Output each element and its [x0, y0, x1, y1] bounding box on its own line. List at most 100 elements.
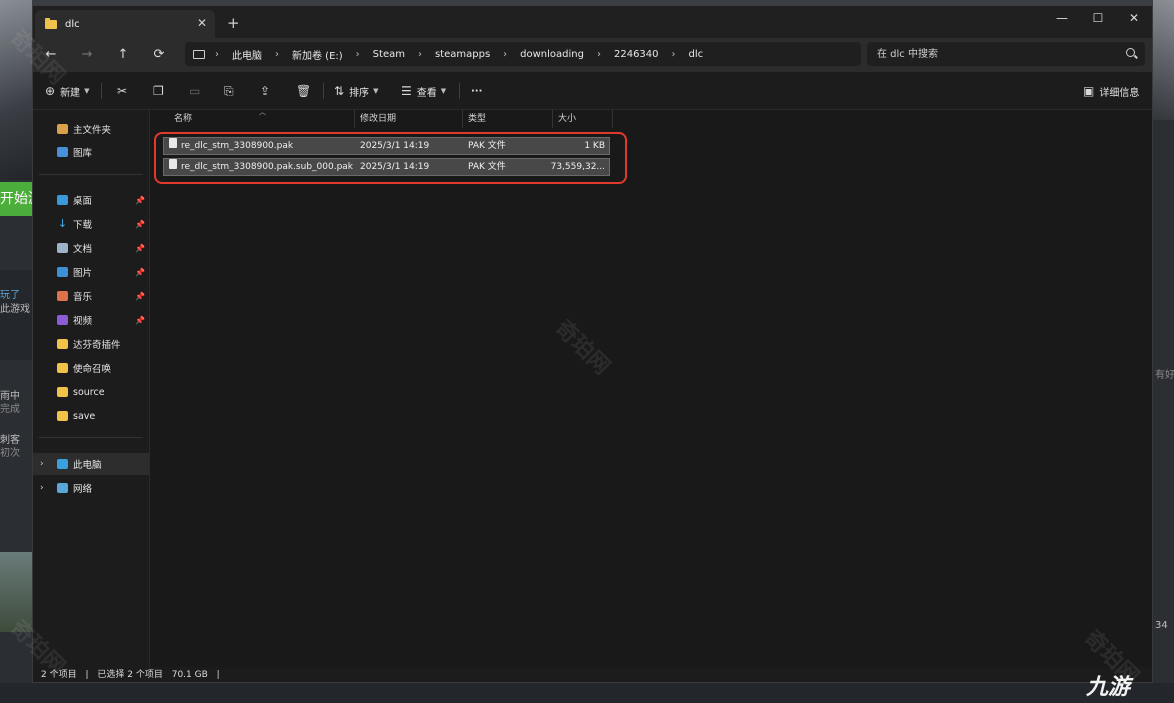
sort-button[interactable]: ⇅ 排序 ▼ [334, 72, 378, 110]
game-art-right [1153, 0, 1174, 120]
chevron-right-icon[interactable]: › [40, 483, 44, 493]
file-explorer-window: dlc ✕ + — ☐ ✕ ← → ↑ ⟳ › 此电脑 › 新加卷 (E:) ›… [32, 5, 1153, 683]
sidebar-item-downloads[interactable]: ↓ 下载 📌 [33, 213, 149, 235]
minimize-button[interactable]: — [1044, 6, 1080, 32]
desktop-icon [57, 195, 68, 205]
breadcrumb-steamapps[interactable]: steamapps [435, 49, 490, 60]
forward-button[interactable]: → [77, 46, 97, 64]
computer-icon [193, 49, 205, 59]
view-button[interactable]: ☰ 查看 ▼ [401, 72, 446, 110]
copy-icon: ❐ [153, 84, 164, 98]
sidebar-item-music[interactable]: 音乐 📌 [33, 285, 149, 307]
sidebar-item-home[interactable]: 主文件夹 [33, 118, 149, 140]
folder-icon [45, 17, 57, 29]
chevron-right-icon[interactable]: › [40, 459, 44, 469]
sidebar-item-network[interactable]: › 网络 [33, 477, 149, 499]
clipboard-icon: ▭ [189, 84, 201, 98]
search-icon [1126, 48, 1135, 57]
refresh-button[interactable]: ⟳ [149, 46, 169, 64]
sidebar-item-this-pc[interactable]: › 此电脑 [33, 453, 149, 475]
column-header-date[interactable]: 修改日期 [355, 110, 463, 128]
navigation-bar: ← → ↑ ⟳ › 此电脑 › 新加卷 (E:) › Steam › steam… [33, 38, 1152, 72]
up-button[interactable]: ↑ [113, 46, 133, 64]
breadcrumb-app-id[interactable]: 2246340 [614, 49, 659, 60]
folder-icon [57, 363, 68, 373]
more-options-button[interactable]: ··· [471, 72, 482, 110]
rename-icon: ⎘ [224, 83, 234, 98]
sidebar-item-folder[interactable]: source [33, 381, 149, 403]
chevron-right-icon: › [355, 48, 360, 60]
chevron-down-icon: ▼ [440, 87, 447, 95]
close-button[interactable]: ✕ [1116, 6, 1152, 32]
paste-button[interactable]: ▭ [189, 72, 205, 110]
sidebar-item-label: 文档 [73, 244, 93, 255]
computer-icon [57, 459, 68, 469]
sidebar-item-label: 桌面 [73, 196, 93, 207]
divider [459, 83, 460, 99]
breadcrumb-this-pc[interactable]: 此电脑 [232, 47, 262, 62]
sidebar-item-videos[interactable]: 视频 📌 [33, 309, 149, 331]
network-icon [57, 483, 68, 493]
bg-text: 34 [1155, 620, 1168, 631]
breadcrumb-drive[interactable]: 新加卷 (E:) [292, 47, 343, 62]
sidebar-item-label: 使命召唤 [73, 364, 112, 375]
address-bar[interactable]: › 此电脑 › 新加卷 (E:) › Steam › steamapps › d… [185, 42, 861, 66]
music-icon [57, 291, 68, 301]
cut-button[interactable]: ✂ [117, 72, 132, 110]
chevron-right-icon: › [596, 48, 601, 60]
new-tab-button[interactable]: + [227, 14, 240, 32]
gallery-icon [57, 147, 68, 157]
maximize-button[interactable]: ☐ [1080, 6, 1116, 32]
sidebar-item-label: 此电脑 [73, 460, 102, 471]
breadcrumb-downloading[interactable]: downloading [520, 49, 584, 60]
sidebar-item-folder[interactable]: 达芬奇插件 [33, 333, 149, 355]
copy-button[interactable]: ❐ [153, 72, 169, 110]
background-bottom [0, 683, 1174, 703]
background-panel [0, 270, 32, 360]
column-header-size[interactable]: 大小 [553, 110, 613, 128]
document-icon [57, 243, 68, 253]
divider [323, 83, 324, 99]
selected-count: 已选择 2 个项目 [97, 670, 163, 680]
details-pane-icon: ▣ [1083, 84, 1095, 98]
sidebar-item-gallery[interactable]: 图库 [33, 141, 149, 163]
tab-close-button[interactable]: ✕ [197, 16, 207, 30]
bg-text: 此游戏 [0, 304, 30, 315]
sidebar-item-folder[interactable]: 使命召唤 [33, 357, 149, 379]
pictures-icon [57, 267, 68, 277]
sidebar-item-label: source [73, 386, 105, 398]
breadcrumb-dlc[interactable]: dlc [689, 49, 704, 60]
sidebar-item-label: 图库 [73, 148, 93, 159]
sidebar-item-pictures[interactable]: 图片 📌 [33, 261, 149, 283]
sidebar-item-desktop[interactable]: 桌面 📌 [33, 189, 149, 211]
search-input[interactable] [867, 42, 1107, 66]
column-header-name[interactable]: 名称 [169, 110, 355, 128]
sidebar-item-folder[interactable]: save [33, 405, 149, 427]
share-button[interactable]: ⇪ [260, 72, 275, 110]
rename-button[interactable]: ⎘ [224, 72, 239, 110]
sidebar-item-label: save [73, 410, 96, 422]
list-icon: ☰ [401, 84, 412, 98]
share-icon: ⇪ [260, 84, 271, 98]
tab-title: dlc [65, 18, 80, 30]
bg-text: 有好 [1155, 370, 1174, 381]
tab-dlc[interactable]: dlc ✕ [35, 10, 215, 38]
sidebar-item-documents[interactable]: 文档 📌 [33, 237, 149, 259]
divider [101, 83, 102, 99]
new-label: 新建 [60, 87, 81, 99]
download-icon: ↓ [57, 217, 68, 230]
chevron-right-icon: › [275, 48, 279, 60]
divider [39, 437, 143, 438]
jiuyou-logo: 九游 [1086, 675, 1131, 700]
folder-icon [57, 411, 68, 421]
details-pane-button[interactable]: ▣ 详细信息 [1083, 72, 1139, 110]
sidebar-item-label: 达芬奇插件 [73, 340, 121, 351]
start-game-button[interactable]: 开始游 [0, 182, 32, 216]
folder-icon [57, 339, 68, 349]
breadcrumb-steam[interactable]: Steam [373, 49, 405, 60]
window-controls: — ☐ ✕ [1044, 6, 1152, 32]
search-box [867, 42, 1145, 66]
sidebar-item-label: 网络 [73, 484, 93, 495]
delete-button[interactable]: 🗑 [296, 72, 316, 110]
column-header-type[interactable]: 类型 [463, 110, 553, 128]
